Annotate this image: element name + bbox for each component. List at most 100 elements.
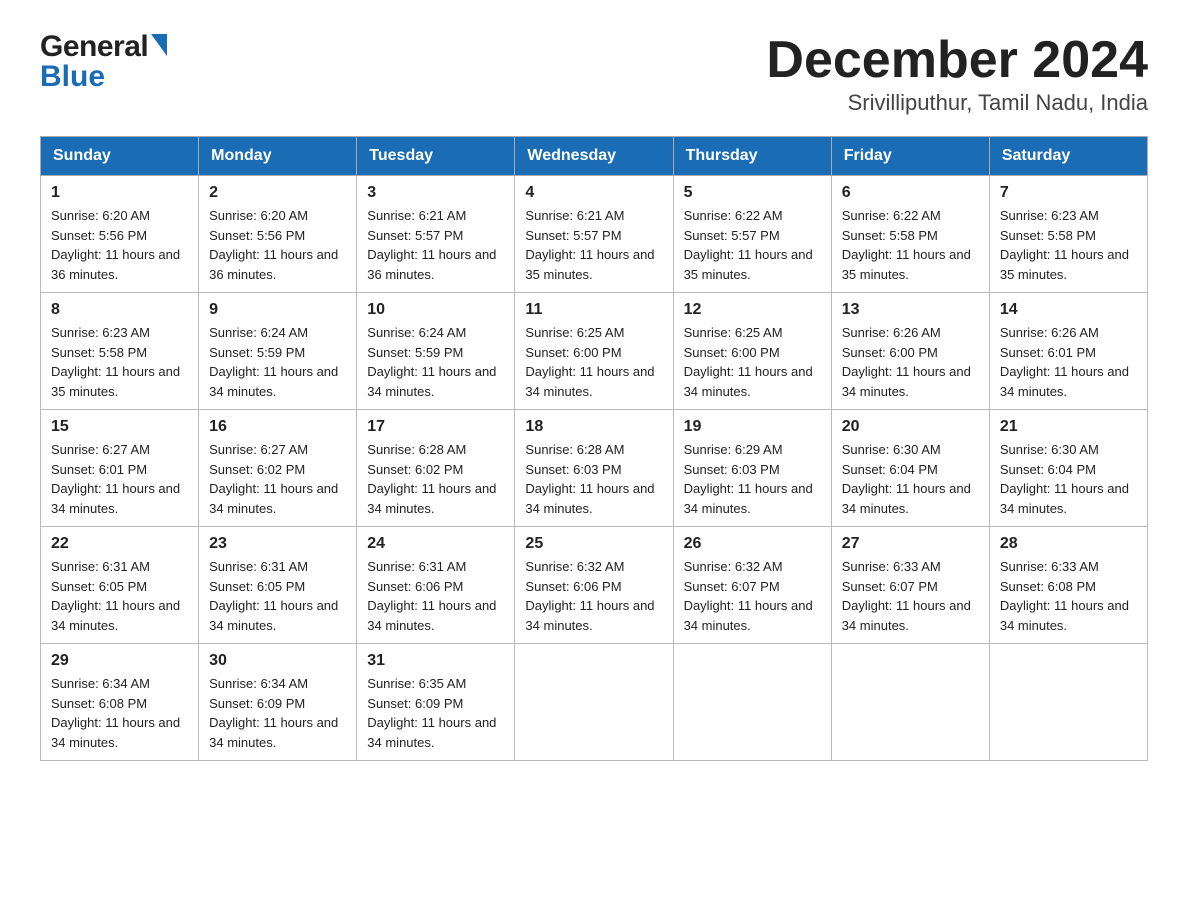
calendar-cell: 12 Sunrise: 6:25 AM Sunset: 6:00 PM Dayl…	[673, 293, 831, 410]
day-info: Sunrise: 6:21 AM Sunset: 5:57 PM Dayligh…	[525, 206, 662, 284]
logo-general: General	[40, 30, 148, 64]
day-info: Sunrise: 6:32 AM Sunset: 6:06 PM Dayligh…	[525, 557, 662, 635]
calendar-cell: 1 Sunrise: 6:20 AM Sunset: 5:56 PM Dayli…	[41, 176, 199, 293]
day-info: Sunrise: 6:33 AM Sunset: 6:07 PM Dayligh…	[842, 557, 979, 635]
calendar-cell: 2 Sunrise: 6:20 AM Sunset: 5:56 PM Dayli…	[199, 176, 357, 293]
col-tuesday: Tuesday	[357, 137, 515, 176]
day-info: Sunrise: 6:21 AM Sunset: 5:57 PM Dayligh…	[367, 206, 504, 284]
day-info: Sunrise: 6:31 AM Sunset: 6:05 PM Dayligh…	[209, 557, 346, 635]
calendar-cell: 13 Sunrise: 6:26 AM Sunset: 6:00 PM Dayl…	[831, 293, 989, 410]
day-info: Sunrise: 6:27 AM Sunset: 6:02 PM Dayligh…	[209, 440, 346, 518]
calendar-cell: 8 Sunrise: 6:23 AM Sunset: 5:58 PM Dayli…	[41, 293, 199, 410]
day-info: Sunrise: 6:28 AM Sunset: 6:02 PM Dayligh…	[367, 440, 504, 518]
logo-blue: Blue	[40, 60, 105, 94]
day-info: Sunrise: 6:22 AM Sunset: 5:57 PM Dayligh…	[684, 206, 821, 284]
day-number: 14	[1000, 301, 1137, 319]
day-number: 25	[525, 535, 662, 553]
day-number: 8	[51, 301, 188, 319]
calendar-cell: 4 Sunrise: 6:21 AM Sunset: 5:57 PM Dayli…	[515, 176, 673, 293]
day-info: Sunrise: 6:25 AM Sunset: 6:00 PM Dayligh…	[684, 323, 821, 401]
calendar-cell: 22 Sunrise: 6:31 AM Sunset: 6:05 PM Dayl…	[41, 527, 199, 644]
day-info: Sunrise: 6:26 AM Sunset: 6:01 PM Dayligh…	[1000, 323, 1137, 401]
day-number: 4	[525, 184, 662, 202]
calendar-cell: 29 Sunrise: 6:34 AM Sunset: 6:08 PM Dayl…	[41, 644, 199, 761]
logo: General Blue	[40, 30, 167, 94]
calendar-cell	[831, 644, 989, 761]
day-number: 1	[51, 184, 188, 202]
calendar-week-2: 8 Sunrise: 6:23 AM Sunset: 5:58 PM Dayli…	[41, 293, 1148, 410]
calendar-cell: 9 Sunrise: 6:24 AM Sunset: 5:59 PM Dayli…	[199, 293, 357, 410]
calendar-cell: 6 Sunrise: 6:22 AM Sunset: 5:58 PM Dayli…	[831, 176, 989, 293]
day-info: Sunrise: 6:30 AM Sunset: 6:04 PM Dayligh…	[1000, 440, 1137, 518]
calendar-cell: 17 Sunrise: 6:28 AM Sunset: 6:02 PM Dayl…	[357, 410, 515, 527]
day-number: 15	[51, 418, 188, 436]
logo-triangle-icon	[151, 34, 167, 56]
col-saturday: Saturday	[989, 137, 1147, 176]
calendar-cell	[515, 644, 673, 761]
day-number: 27	[842, 535, 979, 553]
calendar-cell: 28 Sunrise: 6:33 AM Sunset: 6:08 PM Dayl…	[989, 527, 1147, 644]
header-row: Sunday Monday Tuesday Wednesday Thursday…	[41, 137, 1148, 176]
col-sunday: Sunday	[41, 137, 199, 176]
day-number: 26	[684, 535, 821, 553]
day-number: 3	[367, 184, 504, 202]
calendar-cell: 7 Sunrise: 6:23 AM Sunset: 5:58 PM Dayli…	[989, 176, 1147, 293]
calendar-cell: 27 Sunrise: 6:33 AM Sunset: 6:07 PM Dayl…	[831, 527, 989, 644]
calendar-cell: 16 Sunrise: 6:27 AM Sunset: 6:02 PM Dayl…	[199, 410, 357, 527]
day-info: Sunrise: 6:25 AM Sunset: 6:00 PM Dayligh…	[525, 323, 662, 401]
calendar-week-1: 1 Sunrise: 6:20 AM Sunset: 5:56 PM Dayli…	[41, 176, 1148, 293]
day-info: Sunrise: 6:32 AM Sunset: 6:07 PM Dayligh…	[684, 557, 821, 635]
day-info: Sunrise: 6:34 AM Sunset: 6:08 PM Dayligh…	[51, 674, 188, 752]
header: General Blue December 2024 Srivilliputhu…	[40, 30, 1148, 116]
calendar-cell: 18 Sunrise: 6:28 AM Sunset: 6:03 PM Dayl…	[515, 410, 673, 527]
day-number: 9	[209, 301, 346, 319]
day-number: 5	[684, 184, 821, 202]
page-title: December 2024	[766, 30, 1148, 90]
calendar-body: 1 Sunrise: 6:20 AM Sunset: 5:56 PM Dayli…	[41, 176, 1148, 761]
day-number: 22	[51, 535, 188, 553]
col-friday: Friday	[831, 137, 989, 176]
day-number: 13	[842, 301, 979, 319]
day-info: Sunrise: 6:34 AM Sunset: 6:09 PM Dayligh…	[209, 674, 346, 752]
day-info: Sunrise: 6:24 AM Sunset: 5:59 PM Dayligh…	[367, 323, 504, 401]
day-info: Sunrise: 6:20 AM Sunset: 5:56 PM Dayligh…	[209, 206, 346, 284]
col-wednesday: Wednesday	[515, 137, 673, 176]
day-info: Sunrise: 6:31 AM Sunset: 6:05 PM Dayligh…	[51, 557, 188, 635]
day-info: Sunrise: 6:27 AM Sunset: 6:01 PM Dayligh…	[51, 440, 188, 518]
day-info: Sunrise: 6:30 AM Sunset: 6:04 PM Dayligh…	[842, 440, 979, 518]
calendar-cell: 10 Sunrise: 6:24 AM Sunset: 5:59 PM Dayl…	[357, 293, 515, 410]
calendar-cell: 25 Sunrise: 6:32 AM Sunset: 6:06 PM Dayl…	[515, 527, 673, 644]
calendar-cell: 21 Sunrise: 6:30 AM Sunset: 6:04 PM Dayl…	[989, 410, 1147, 527]
day-info: Sunrise: 6:24 AM Sunset: 5:59 PM Dayligh…	[209, 323, 346, 401]
day-info: Sunrise: 6:20 AM Sunset: 5:56 PM Dayligh…	[51, 206, 188, 284]
day-number: 16	[209, 418, 346, 436]
day-number: 2	[209, 184, 346, 202]
calendar-cell: 24 Sunrise: 6:31 AM Sunset: 6:06 PM Dayl…	[357, 527, 515, 644]
day-number: 10	[367, 301, 504, 319]
calendar-cell: 26 Sunrise: 6:32 AM Sunset: 6:07 PM Dayl…	[673, 527, 831, 644]
day-number: 17	[367, 418, 504, 436]
day-number: 28	[1000, 535, 1137, 553]
calendar-cell: 20 Sunrise: 6:30 AM Sunset: 6:04 PM Dayl…	[831, 410, 989, 527]
calendar-cell: 30 Sunrise: 6:34 AM Sunset: 6:09 PM Dayl…	[199, 644, 357, 761]
calendar-cell: 19 Sunrise: 6:29 AM Sunset: 6:03 PM Dayl…	[673, 410, 831, 527]
col-monday: Monday	[199, 137, 357, 176]
day-info: Sunrise: 6:22 AM Sunset: 5:58 PM Dayligh…	[842, 206, 979, 284]
calendar-cell: 31 Sunrise: 6:35 AM Sunset: 6:09 PM Dayl…	[357, 644, 515, 761]
day-info: Sunrise: 6:26 AM Sunset: 6:00 PM Dayligh…	[842, 323, 979, 401]
calendar-table: Sunday Monday Tuesday Wednesday Thursday…	[40, 136, 1148, 761]
day-info: Sunrise: 6:31 AM Sunset: 6:06 PM Dayligh…	[367, 557, 504, 635]
calendar-cell: 14 Sunrise: 6:26 AM Sunset: 6:01 PM Dayl…	[989, 293, 1147, 410]
title-area: December 2024 Srivilliputhur, Tamil Nadu…	[766, 30, 1148, 116]
day-number: 7	[1000, 184, 1137, 202]
calendar-cell: 23 Sunrise: 6:31 AM Sunset: 6:05 PM Dayl…	[199, 527, 357, 644]
calendar-cell: 15 Sunrise: 6:27 AM Sunset: 6:01 PM Dayl…	[41, 410, 199, 527]
day-number: 21	[1000, 418, 1137, 436]
day-number: 19	[684, 418, 821, 436]
day-number: 12	[684, 301, 821, 319]
calendar-cell: 3 Sunrise: 6:21 AM Sunset: 5:57 PM Dayli…	[357, 176, 515, 293]
day-info: Sunrise: 6:23 AM Sunset: 5:58 PM Dayligh…	[51, 323, 188, 401]
day-number: 20	[842, 418, 979, 436]
day-info: Sunrise: 6:33 AM Sunset: 6:08 PM Dayligh…	[1000, 557, 1137, 635]
day-number: 30	[209, 652, 346, 670]
